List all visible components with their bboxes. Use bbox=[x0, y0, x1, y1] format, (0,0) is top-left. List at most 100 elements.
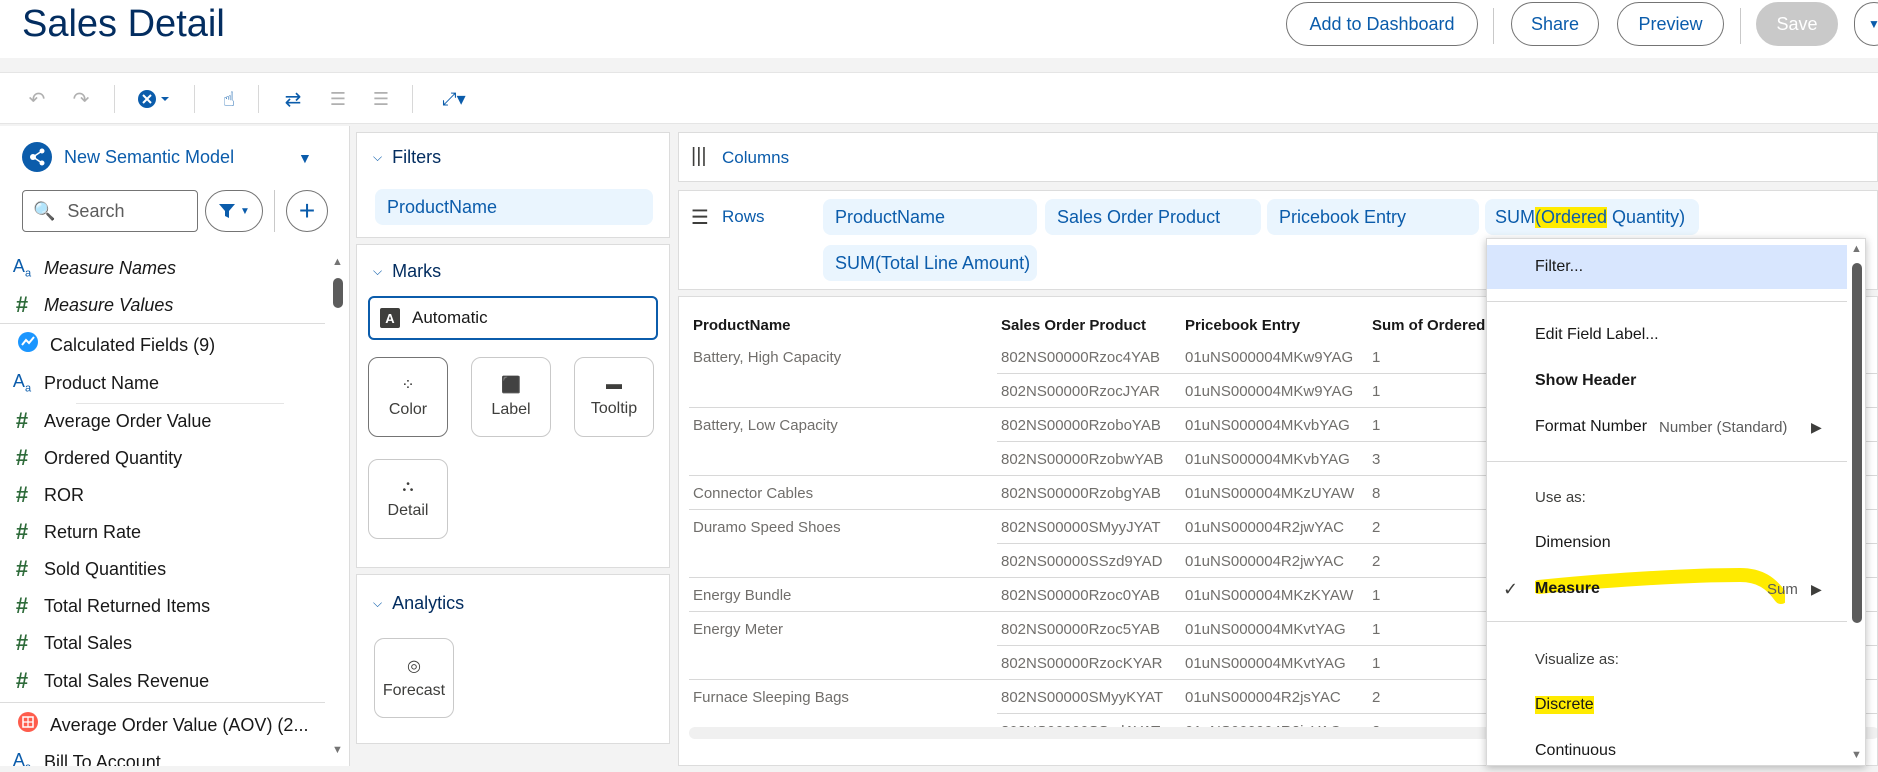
column-header[interactable]: Sales Order Product bbox=[1001, 317, 1146, 334]
field-item[interactable]: # Return Rate bbox=[0, 514, 325, 550]
column-header[interactable]: ProductName bbox=[693, 317, 791, 334]
hand-pointer-icon[interactable]: ☝ bbox=[216, 87, 242, 111]
field-item[interactable]: # Sold Quantities bbox=[0, 551, 325, 587]
redo-icon[interactable]: ↷ bbox=[68, 87, 94, 111]
table-cell[interactable]: 1 bbox=[1372, 383, 1380, 400]
table-cell[interactable]: 2 bbox=[1372, 689, 1380, 706]
field-item[interactable]: # Ordered Quantity bbox=[0, 440, 325, 476]
table-cell[interactable]: 2 bbox=[1372, 553, 1380, 570]
field-item[interactable]: Average Order Value (AOV) (2... bbox=[6, 707, 331, 743]
menu-scrollbar[interactable]: ▲ ▼ bbox=[1849, 243, 1865, 763]
scrollbar-thumb[interactable] bbox=[333, 278, 343, 308]
table-cell[interactable]: 01uNS000004R2jwYAC bbox=[1185, 519, 1344, 536]
scroll-down-icon[interactable]: ▼ bbox=[1851, 749, 1862, 761]
row-pill-selected[interactable]: SUM (Ordered Quantity) bbox=[1485, 199, 1699, 235]
product-name-cell[interactable]: Connector Cables bbox=[693, 485, 813, 502]
forecast-button[interactable]: ◎ Forecast bbox=[374, 638, 454, 718]
table-cell[interactable]: 802NS00000RzocJYAR bbox=[1001, 383, 1160, 400]
semantic-model-name[interactable]: New Semantic Model bbox=[64, 147, 234, 168]
table-cell[interactable]: 802NS00000SMyyJYAT bbox=[1001, 519, 1161, 536]
row-pill[interactable]: ProductName bbox=[823, 199, 1037, 235]
table-cell[interactable]: 01uNS000004R2jwYAC bbox=[1185, 553, 1344, 570]
sort-descending-icon[interactable]: ☰ bbox=[368, 87, 394, 111]
columns-shelf[interactable]: ||| Columns bbox=[678, 132, 1878, 182]
menu-item-format-number[interactable]: Format Number Number (Standard) ▶ bbox=[1487, 405, 1847, 449]
table-cell[interactable]: 01uNS000004MKvbYAG bbox=[1185, 451, 1350, 468]
table-cell[interactable]: 01uNS000004MKw9YAG bbox=[1185, 349, 1353, 366]
detail-mark-button[interactable]: ⛬ Detail bbox=[368, 459, 448, 539]
add-to-dashboard-button[interactable]: Add to Dashboard bbox=[1286, 2, 1478, 46]
table-cell[interactable]: 3 bbox=[1372, 451, 1380, 468]
product-name-cell[interactable]: Duramo Speed Shoes bbox=[693, 519, 841, 536]
preview-button[interactable]: Preview bbox=[1617, 2, 1724, 46]
column-header[interactable]: Sum of Ordered bbox=[1372, 317, 1485, 334]
row-pill[interactable]: Sales Order Product bbox=[1045, 199, 1261, 235]
table-cell[interactable]: 802NS00000Rzoc4YAB bbox=[1001, 349, 1160, 366]
color-mark-button[interactable]: ⁘ Color bbox=[368, 357, 448, 437]
table-cell[interactable]: 1 bbox=[1372, 417, 1380, 434]
table-cell[interactable]: 01uNS000004MKvtYAG bbox=[1185, 621, 1346, 638]
menu-item-filter[interactable]: Filter... bbox=[1487, 245, 1847, 289]
search-input[interactable]: Search bbox=[67, 201, 124, 222]
field-item[interactable]: AaBill To Account bbox=[0, 744, 325, 766]
swap-icon[interactable]: ⇄ bbox=[280, 87, 306, 111]
table-cell[interactable]: 802NS00000SSzd9YAD bbox=[1001, 553, 1163, 570]
scrollbar[interactable]: ▲ ▼ bbox=[330, 256, 346, 756]
table-cell[interactable]: 802NS00000SMyyKYAT bbox=[1001, 689, 1163, 706]
field-item[interactable]: # Average Order Value bbox=[0, 403, 325, 439]
product-name-cell[interactable]: Energy Meter bbox=[693, 621, 783, 638]
filter-fields-button[interactable]: ▼ bbox=[205, 190, 263, 232]
table-cell[interactable]: 01uNS000004MKw9YAG bbox=[1185, 383, 1353, 400]
table-cell[interactable]: 802NS00000Rzoc5YAB bbox=[1001, 621, 1160, 638]
table-cell[interactable]: 01uNS000004MKvtYAG bbox=[1185, 655, 1346, 672]
table-cell[interactable]: 01uNS000004R2jsYAC bbox=[1185, 689, 1341, 706]
table-cell[interactable]: 802NS00000Rzoc0YAB bbox=[1001, 587, 1160, 604]
scroll-down-icon[interactable]: ▼ bbox=[332, 744, 343, 756]
mark-type-select[interactable]: A Automatic bbox=[368, 296, 658, 340]
table-cell[interactable]: 1 bbox=[1372, 587, 1380, 604]
field-item[interactable]: # Total Sales Revenue bbox=[0, 663, 325, 699]
field-item[interactable]: Calculated Fields (9) bbox=[6, 327, 331, 363]
menu-item-dimension[interactable]: Dimension bbox=[1487, 521, 1847, 565]
scroll-up-icon[interactable]: ▲ bbox=[1851, 243, 1862, 255]
product-name-cell[interactable]: Furnace Sleeping Bags bbox=[693, 689, 849, 706]
table-cell[interactable]: 802NS00000RzocKYAR bbox=[1001, 655, 1162, 672]
menu-item-continuous[interactable]: Continuous bbox=[1487, 729, 1847, 765]
search-box[interactable]: 🔍 Search bbox=[22, 190, 198, 232]
product-name-cell[interactable]: Energy Bundle bbox=[693, 587, 791, 604]
table-cell[interactable]: 01uNS000004MKvbYAG bbox=[1185, 417, 1350, 434]
table-cell[interactable]: 2 bbox=[1372, 519, 1380, 536]
table-cell[interactable]: 802NS00000RzoboYAB bbox=[1001, 417, 1161, 434]
row-pill[interactable]: SUM(Total Line Amount) bbox=[823, 245, 1037, 281]
table-cell[interactable]: 01uNS000004MKzKYAW bbox=[1185, 587, 1353, 604]
table-cell[interactable]: 1 bbox=[1372, 655, 1380, 672]
table-cell[interactable]: 802NS00000RzobgYAB bbox=[1001, 485, 1161, 502]
product-name-cell[interactable]: Battery, Low Capacity bbox=[693, 417, 838, 434]
field-item[interactable]: Aa Product Name bbox=[0, 365, 325, 401]
table-cell[interactable]: 1 bbox=[1372, 349, 1380, 366]
menu-item-edit-field-label[interactable]: Edit Field Label... bbox=[1487, 313, 1847, 357]
table-cell[interactable]: 8 bbox=[1372, 485, 1380, 502]
field-item[interactable]: # Total Returned Items bbox=[0, 588, 325, 624]
menu-item-discrete[interactable]: Discrete bbox=[1487, 683, 1847, 727]
field-item[interactable]: Aa Measure Names bbox=[0, 250, 325, 286]
save-button[interactable]: Save bbox=[1756, 2, 1838, 46]
label-mark-button[interactable]: ⬛ Label bbox=[471, 357, 551, 437]
sort-ascending-icon[interactable]: ☰ bbox=[325, 87, 351, 111]
scroll-up-icon[interactable]: ▲ bbox=[332, 256, 343, 268]
fit-icon[interactable]: ⤢▾ bbox=[434, 87, 474, 111]
field-item[interactable]: # Measure Values bbox=[0, 287, 325, 323]
add-field-button[interactable]: + bbox=[286, 190, 328, 232]
undo-icon[interactable]: ↶ bbox=[24, 87, 50, 111]
chevron-down-icon[interactable]: ▼ bbox=[298, 150, 312, 166]
table-cell[interactable]: 01uNS000004MKzUYAW bbox=[1185, 485, 1354, 502]
table-cell[interactable]: 802NS00000RzobwYAB bbox=[1001, 451, 1163, 468]
save-options-button[interactable]: ▼ bbox=[1854, 2, 1878, 46]
table-cell[interactable]: 1 bbox=[1372, 621, 1380, 638]
marks-header[interactable]: ⌵ Marks bbox=[373, 261, 441, 282]
field-item[interactable]: # Total Sales bbox=[0, 625, 325, 661]
product-name-cell[interactable]: Battery, High Capacity bbox=[693, 349, 841, 366]
scrollbar-thumb[interactable] bbox=[1852, 263, 1862, 623]
tooltip-mark-button[interactable]: ▬ Tooltip bbox=[574, 357, 654, 437]
column-header[interactable]: Pricebook Entry bbox=[1185, 317, 1300, 334]
